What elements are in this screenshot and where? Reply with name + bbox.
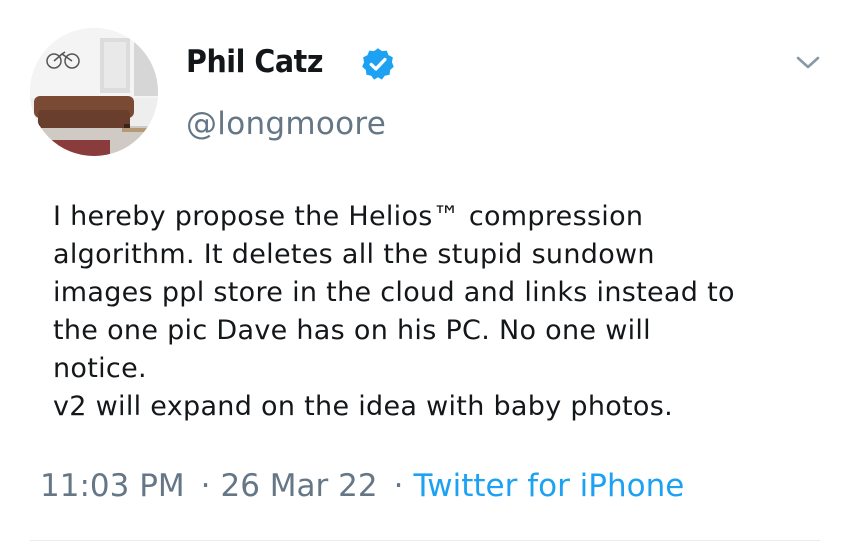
- meta-separator: ·: [200, 468, 211, 504]
- tweet-date[interactable]: 26 Mar 22: [221, 468, 378, 504]
- chevron-down-icon[interactable]: [793, 52, 823, 72]
- avatar[interactable]: [30, 28, 158, 156]
- tweet-meta: 11:03 PM · 26 Mar 22 · Twitter for iPhon…: [40, 468, 684, 504]
- display-name[interactable]: Phil Catz: [186, 44, 323, 80]
- tweet-text-line: the one pic Dave has on his PC. No one w…: [53, 315, 651, 346]
- tweet-time[interactable]: 11:03 PM: [40, 468, 185, 504]
- meta-separator: ·: [393, 468, 404, 504]
- divider: [30, 540, 820, 541]
- tweet-source-link[interactable]: Twitter for iPhone: [413, 468, 684, 504]
- tweet-text: I hereby propose the Helios™ compression…: [53, 198, 843, 426]
- tweet-text-line: notice.: [53, 353, 147, 384]
- tweet-text-line: algorithm. It deletes all the stupid sun…: [53, 239, 655, 270]
- tweet-text-line: images ppl store in the cloud and links …: [53, 277, 735, 308]
- tweet-text-line: v2 will expand on the idea with baby pho…: [53, 391, 674, 422]
- avatar-image: [30, 28, 158, 156]
- tweet-card: Phil Catz @longmoore I hereby propose th…: [0, 0, 863, 559]
- verified-badge-icon: [362, 48, 394, 80]
- tweet-text-line: I hereby propose the Helios™ compression: [53, 201, 644, 232]
- user-handle[interactable]: @longmoore: [186, 106, 386, 142]
